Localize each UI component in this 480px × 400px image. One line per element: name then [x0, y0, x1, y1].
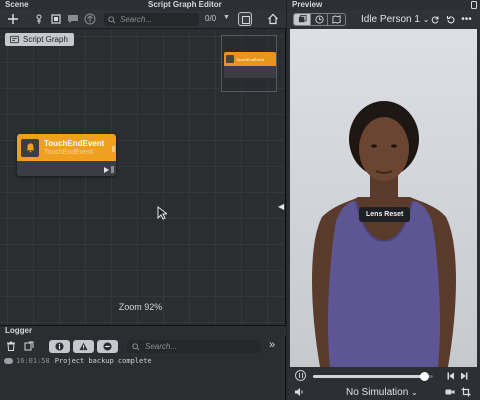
plus-icon[interactable]: [6, 12, 20, 26]
graph-icon: [10, 35, 19, 44]
logger-title: Logger: [5, 326, 33, 335]
editor-toolbar: Search... 0/0 ▼: [0, 10, 286, 29]
search-icon: [132, 342, 140, 351]
video-mode-button[interactable]: [294, 14, 311, 25]
home-icon[interactable]: [266, 12, 280, 26]
node-subtitle: TouchEndEvent: [44, 148, 94, 156]
info-icon: [55, 342, 64, 351]
person-select-value: Idle Person 1: [361, 14, 420, 25]
lens-reset-badge: Lens Reset: [359, 207, 411, 222]
warning-filter-button[interactable]: [73, 340, 94, 353]
script-graph-editor-panel: Scene Script Graph Editor Search... 0/0 …: [0, 0, 286, 325]
preview-panel: Preview Idle Person 1 ⌄ ••• Lens Reset N…: [287, 0, 480, 400]
graph-canvas[interactable]: Script Graph TouchEndEvent TouchEndEvent…: [0, 30, 285, 325]
log-level-badge: [4, 358, 13, 364]
editor-header: Scene Script Graph Editor: [0, 0, 286, 10]
chevron-down-icon: ⌄: [411, 388, 418, 397]
refresh-icon[interactable]: [429, 14, 440, 25]
phone-icon[interactable]: [471, 1, 477, 9]
editor-title: Script Graph Editor: [148, 0, 222, 9]
clock-mode-button[interactable]: [311, 14, 328, 25]
bell-icon: [21, 138, 39, 157]
touch-icon[interactable]: [32, 12, 46, 26]
touch-end-event-node[interactable]: TouchEndEvent TouchEndEvent: [17, 134, 116, 176]
minimap-node: TouchEndEvent: [224, 52, 276, 78]
log-time: 16:01:58: [16, 357, 50, 365]
node-title: TouchEndEvent: [44, 138, 105, 148]
scene-tab-label[interactable]: Scene: [0, 0, 29, 9]
preview-bottom-bar: No Simulation ⌄: [287, 384, 480, 400]
warning-icon: [79, 342, 88, 351]
map-mode-button[interactable]: [328, 14, 345, 25]
node-search-input[interactable]: Search...: [104, 13, 199, 26]
preview-person-select[interactable]: Idle Person 1 ⌄: [361, 14, 429, 25]
chip-label: Script Graph: [23, 35, 68, 44]
frame-icon[interactable]: [49, 12, 63, 26]
node-exec-output-port[interactable]: [104, 166, 114, 173]
node-side-port[interactable]: [112, 146, 115, 152]
volume-icon[interactable]: [294, 387, 304, 397]
log-search-placeholder: Search...: [145, 342, 178, 351]
preview-mode-segment: [293, 13, 346, 26]
logger-panel: Logger Search... » 16:01:58 Project back…: [0, 325, 286, 400]
error-filter-button[interactable]: [97, 340, 118, 353]
mouse-cursor-icon: [157, 206, 167, 220]
camera-icon[interactable]: [445, 387, 455, 397]
fit-view-button[interactable]: [238, 12, 252, 26]
search-result-count: 0/0: [205, 14, 217, 23]
logger-toolbar: Search... »: [0, 338, 286, 355]
error-icon: [103, 342, 112, 351]
script-graph-breadcrumb[interactable]: Script Graph: [5, 33, 74, 46]
trash-icon[interactable]: [5, 340, 17, 352]
logger-header: Logger: [0, 326, 286, 336]
preview-player-bar: [287, 367, 480, 384]
preview-video[interactable]: Lens Reset: [290, 29, 477, 367]
zoom-level: Zoom 92%: [118, 302, 163, 312]
chevron-down-icon[interactable]: ▼: [223, 14, 230, 21]
rewind-icon[interactable]: [445, 371, 455, 381]
simulation-select[interactable]: No Simulation ⌄: [346, 387, 418, 398]
preview-title: Preview: [292, 0, 323, 9]
preview-person-image: [290, 29, 477, 367]
pause-icon[interactable]: [295, 370, 306, 381]
video-icon: [298, 15, 307, 23]
map-icon: [332, 15, 341, 24]
more-icon[interactable]: •••: [461, 14, 472, 25]
preview-toolbar: Idle Person 1 ⌄ •••: [287, 10, 480, 29]
scrubber-handle[interactable]: [420, 372, 430, 381]
scrubber-progress: [313, 375, 425, 378]
step-forward-icon[interactable]: [460, 371, 470, 381]
graph-minimap[interactable]: TouchEndEvent: [221, 35, 277, 92]
clock-icon: [314, 15, 324, 24]
arrow-up-icon[interactable]: [83, 12, 97, 26]
preview-header: Preview: [287, 0, 480, 10]
search-placeholder: Search...: [120, 15, 153, 24]
simulation-select-value: No Simulation: [346, 387, 409, 398]
log-search-input[interactable]: Search...: [127, 340, 261, 353]
info-filter-button[interactable]: [49, 340, 70, 353]
log-entry: 16:01:58 Project backup complete: [4, 357, 152, 365]
clear-icon[interactable]: [23, 340, 35, 352]
crop-icon[interactable]: [461, 387, 471, 397]
playback-scrubber[interactable]: [313, 372, 433, 381]
chevrons-right-icon[interactable]: »: [269, 339, 275, 351]
search-icon: [108, 15, 116, 24]
minimap-node-title: TouchEndEvent: [236, 56, 265, 62]
log-message: Project backup complete: [54, 357, 152, 365]
node-header[interactable]: TouchEndEvent TouchEndEvent: [17, 134, 116, 161]
reset-icon[interactable]: [445, 14, 456, 25]
comment-icon[interactable]: [66, 12, 80, 26]
collapse-panel-icon[interactable]: ◀: [278, 202, 284, 211]
